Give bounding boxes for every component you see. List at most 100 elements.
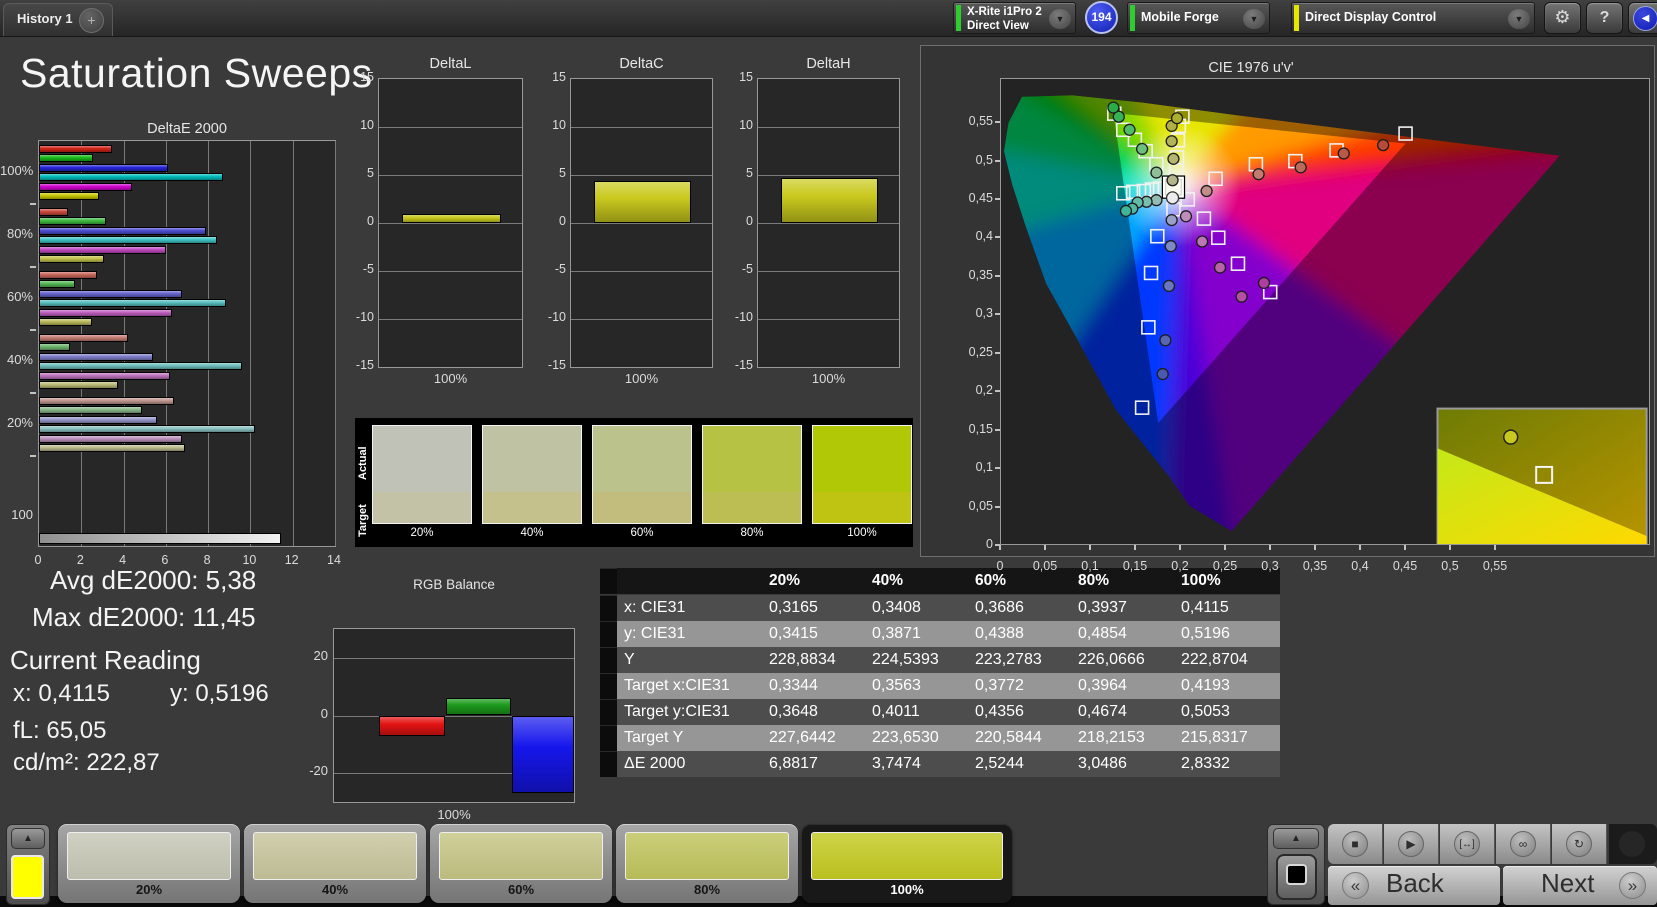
actual-row-label: Actual: [357, 446, 369, 480]
measurement-marker: [1213, 261, 1227, 274]
bar: [39, 163, 168, 172]
play-button[interactable]: ▶: [1384, 824, 1439, 864]
current-pattern-swatch: [11, 855, 44, 899]
axis-tick: [995, 121, 1000, 123]
current-cdm2-value: cd/m²: 222,87: [13, 749, 160, 776]
measurement-count-badge[interactable]: 194: [1085, 1, 1118, 34]
table-cell: 0,3937: [1071, 595, 1174, 621]
measurement-marker: [1119, 204, 1133, 218]
back-button[interactable]: « Back: [1328, 866, 1500, 905]
axis-tick-label: 4: [119, 553, 127, 567]
table-cell: 226,0666: [1071, 647, 1174, 673]
axis-tick-label: 14: [327, 553, 341, 567]
axis-tick-label: 10: [360, 118, 374, 132]
bar: [39, 381, 119, 389]
table-cell: 223,2783: [968, 647, 1071, 673]
axis-tick-label: 100%: [433, 371, 468, 386]
table-cell: 0,3415: [762, 621, 865, 647]
collapse-panel-button[interactable]: ◀: [1628, 2, 1657, 34]
pattern-level-button-20%[interactable]: 20%: [58, 824, 240, 903]
table-cell: 0,4011: [865, 699, 968, 725]
measurement-marker: [1377, 138, 1390, 152]
actual-swatch: [812, 425, 912, 492]
pattern-level-button-40%[interactable]: 40%: [244, 824, 426, 903]
add-tab-button[interactable]: +: [79, 8, 104, 33]
axis-tick: [1044, 545, 1046, 550]
stop-measurement-button[interactable]: [1276, 854, 1317, 900]
measurement-marker: [1235, 290, 1248, 303]
chart-title: DeltaH: [806, 56, 851, 72]
settings-button[interactable]: ⚙: [1544, 2, 1581, 34]
axis-tick-label: 0,15: [968, 421, 993, 436]
pattern-preview-panel: ▲: [6, 824, 50, 905]
help-button[interactable]: ?: [1586, 2, 1623, 34]
axis-tick-label: 0,35: [968, 267, 993, 282]
axis-tick-label: 0,45: [968, 190, 993, 205]
pattern-level-button-100%[interactable]: 100%: [802, 824, 1012, 903]
axis-tick-label: -15: [734, 358, 753, 372]
rgb-balance-chart: [333, 628, 575, 803]
target-swatch: [812, 492, 912, 524]
bar: [39, 362, 242, 371]
axis-tick-label: -15: [355, 358, 374, 372]
section-button[interactable]: [↔]: [1440, 824, 1495, 864]
loop-icon: ∞: [1510, 831, 1536, 857]
axis-tick: [995, 351, 1000, 354]
pattern-level-button-80%[interactable]: 80%: [616, 824, 798, 903]
expand-up-button[interactable]: ▲: [1273, 828, 1319, 849]
measurement-marker: [1156, 367, 1169, 381]
table-cell: 0,5196: [1174, 621, 1280, 647]
measurement-marker: [1135, 142, 1149, 156]
axis-tick-label: 12: [284, 553, 299, 567]
table-cell: 0,4193: [1174, 673, 1280, 699]
table-gutter: [600, 751, 617, 777]
cie-diagram-svg: [1004, 95, 1648, 545]
swatch-level-label: 60%: [630, 527, 654, 539]
measurement-marker: [1166, 174, 1179, 187]
table-cell: 0,3871: [865, 621, 968, 647]
axis-tick: [30, 329, 36, 331]
pattern-level-button-60%[interactable]: 60%: [430, 824, 612, 903]
table-row-label: y: CIE31: [617, 621, 762, 647]
axis-tick: [995, 313, 1000, 316]
axis-tick-label: 15: [552, 70, 566, 84]
refresh-button[interactable]: ↻: [1552, 824, 1607, 864]
axis-tick-label: 100%: [624, 371, 659, 386]
measurement-marker: [1107, 101, 1120, 114]
delta-e-chart: [38, 140, 336, 547]
axis-tick: [30, 455, 36, 457]
next-label: Next: [1541, 868, 1595, 898]
workflow-dropdown[interactable]: Mobile Forge ▼: [1127, 2, 1270, 34]
back-label: Back: [1386, 868, 1444, 898]
chart-title: DeltaE 2000: [147, 121, 227, 137]
table-cell: 0,3964: [1071, 673, 1174, 699]
bar: [39, 299, 227, 308]
gridline: [571, 175, 712, 176]
gridline: [571, 319, 712, 320]
tab-history-1[interactable]: History 1 +: [3, 3, 113, 36]
table-cell: 2,5244: [968, 751, 1071, 777]
expand-up-button[interactable]: ▲: [11, 828, 45, 849]
axis-tick: [995, 236, 1000, 239]
pattern-patch: [67, 832, 231, 880]
collapse-left-icon: ◀: [1633, 6, 1657, 31]
axis-tick-label: 2: [76, 553, 84, 567]
workflow-label: Mobile Forge: [1141, 10, 1219, 24]
display-control-dropdown[interactable]: Direct Display Control ▼: [1291, 2, 1535, 34]
table-gutter: [600, 568, 617, 594]
meter-line1: X-Rite i1Pro 2: [967, 6, 1042, 18]
stop-button[interactable]: ■: [1328, 824, 1383, 864]
table-row: Target y:CIE31 0,3648 0,4011 0,4356 0,4674 0,…: [600, 699, 1280, 725]
axis-tick-label: 0: [986, 537, 993, 551]
swatch-level-label: 100%: [847, 527, 877, 539]
refresh-icon: ↻: [1566, 831, 1592, 857]
next-button[interactable]: Next »: [1503, 866, 1657, 905]
table-row-label: Target y:CIE31: [617, 699, 762, 725]
bar: [39, 318, 93, 326]
axis-tick-label: 0,5: [975, 152, 993, 167]
bar: [39, 334, 128, 342]
gridline: [758, 127, 899, 128]
meter-dropdown[interactable]: X-Rite i1Pro 2 Direct View ▼: [953, 2, 1076, 34]
target-swatch: [482, 492, 582, 524]
loop-button[interactable]: ∞: [1496, 824, 1551, 864]
